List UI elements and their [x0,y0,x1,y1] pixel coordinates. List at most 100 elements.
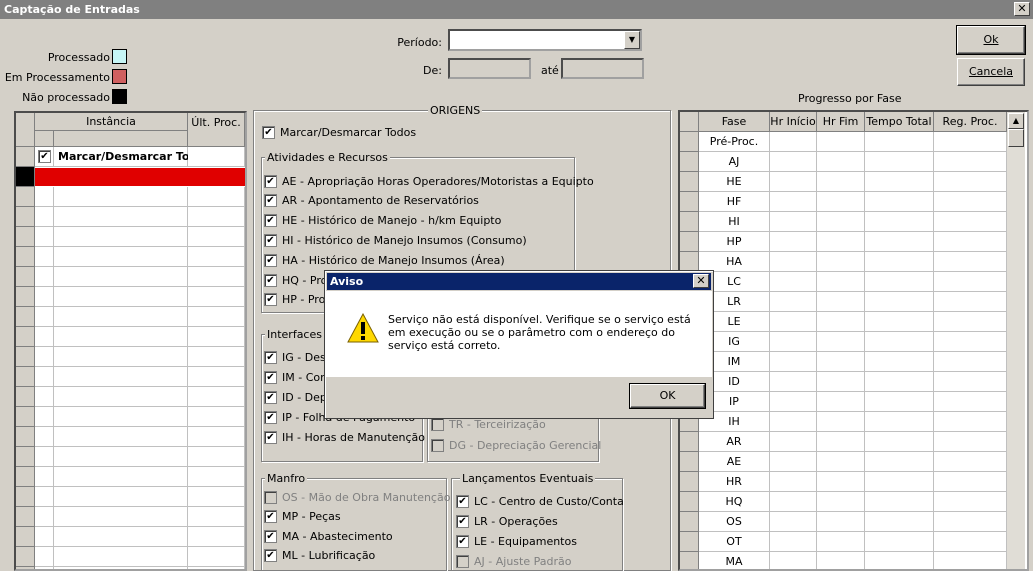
row-indicator[interactable] [680,172,699,192]
checkbox-icon[interactable]: ✔ [264,233,277,247]
checkbox-icon[interactable]: ✔ [264,194,277,208]
checkbox-icon[interactable]: ✔ [264,293,277,307]
origem-item[interactable]: ✔ LR - Operações [456,514,558,528]
fase-value-cell[interactable] [817,352,865,372]
row-indicator[interactable] [16,327,35,347]
scroll-thumb[interactable] [1008,129,1024,147]
fase-value-cell[interactable] [865,452,934,472]
row-ult-proc-cell[interactable] [188,407,245,427]
row-instancia-cell[interactable] [54,567,188,569]
row-instancia-cell[interactable] [54,547,188,567]
row-instancia-cell[interactable] [54,267,188,287]
fase-value-cell[interactable] [865,432,934,452]
fase-cell[interactable]: OS [699,512,770,532]
fase-value-cell[interactable] [865,212,934,232]
fase-value-cell[interactable] [934,412,1007,432]
fase-cell[interactable]: AR [699,432,770,452]
fase-cell[interactable]: AJ [699,152,770,172]
fase-cell[interactable]: HR [699,472,770,492]
fase-value-cell[interactable] [817,492,865,512]
row-indicator[interactable] [680,492,699,512]
row-indicator[interactable] [680,532,699,552]
fase-value-cell[interactable] [934,312,1007,332]
fase-value-cell[interactable] [865,292,934,312]
origem-item[interactable]: ✔ HE - Histórico de Manejo - h/km Equipto [264,214,501,228]
checkbox-icon[interactable]: ✔ [264,430,277,444]
row-instancia-cell[interactable] [54,467,188,487]
progresso-scrollbar[interactable]: ▲ [1007,112,1025,569]
fase-value-cell[interactable] [770,412,817,432]
fase-value-cell[interactable] [934,252,1007,272]
row-instancia-cell[interactable] [54,327,188,347]
fase-value-cell[interactable] [817,392,865,412]
origem-item[interactable]: ✔ AE - Apropriação Horas Operadores/Motor… [264,174,594,188]
row-check-cell[interactable] [35,427,54,447]
fase-value-cell[interactable] [865,512,934,532]
fase-value-cell[interactable] [934,392,1007,412]
row-indicator[interactable] [16,147,35,167]
row-check-cell[interactable] [35,387,54,407]
row-ult-proc-cell[interactable] [188,187,245,207]
fase-value-cell[interactable] [817,432,865,452]
row-ult-proc-cell[interactable] [188,447,245,467]
fase-value-cell[interactable] [817,512,865,532]
row-instancia-cell[interactable] [54,307,188,327]
fase-value-cell[interactable] [865,332,934,352]
origem-item[interactable]: ✔ ML - Lubrificação [264,549,375,563]
row-ult-proc-cell[interactable] [188,507,245,527]
checkbox-icon[interactable]: ✔ [264,214,277,228]
fase-value-cell[interactable] [934,452,1007,472]
row-indicator[interactable] [680,432,699,452]
row-indicator[interactable] [680,552,699,569]
fase-value-cell[interactable] [770,352,817,372]
checkbox-icon[interactable]: ✔ [264,253,277,267]
instancia-grid[interactable]: Instância Últ. Proc. ✔ Marcar/Desmarcar T… [14,111,247,571]
fase-value-cell[interactable] [770,212,817,232]
row-ult-proc-cell[interactable] [188,487,245,507]
fase-value-cell[interactable] [817,172,865,192]
checkbox-icon[interactable]: ✔ [264,273,277,287]
fase-cell[interactable]: HI [699,212,770,232]
col-3-header[interactable]: Tempo Total [865,112,934,132]
row-check-cell[interactable] [35,327,54,347]
origem-item[interactable]: ✔ LC - Centro de Custo/Conta [456,494,624,508]
row-check-cell[interactable] [35,207,54,227]
origem-item[interactable]: ✔ IM - Cor [264,370,325,384]
row-indicator[interactable] [680,132,699,152]
row-indicator[interactable] [680,512,699,532]
col-0-header[interactable]: Fase [699,112,770,132]
row-indicator[interactable] [680,452,699,472]
fase-value-cell[interactable] [817,452,865,472]
row-check-cell[interactable] [35,287,54,307]
fase-value-cell[interactable] [934,492,1007,512]
row-check-cell[interactable] [35,307,54,327]
row-indicator[interactable] [16,467,35,487]
row-indicator[interactable] [680,152,699,172]
row-check-cell[interactable] [35,367,54,387]
fase-value-cell[interactable] [770,192,817,212]
fase-value-cell[interactable] [817,152,865,172]
fase-value-cell[interactable] [817,132,865,152]
row-instancia-cell[interactable] [54,387,188,407]
row-indicator[interactable] [16,367,35,387]
row-check-cell[interactable] [35,547,54,567]
row-instancia-cell[interactable] [54,187,188,207]
checkbox-icon[interactable]: ✔ [456,494,469,508]
row-ult-proc-cell[interactable] [188,327,245,347]
row-ult-proc-cell[interactable] [188,207,245,227]
fase-cell[interactable]: AE [699,452,770,472]
fase-value-cell[interactable] [817,212,865,232]
fase-value-cell[interactable] [934,472,1007,492]
row-instancia-cell[interactable] [54,527,188,547]
row-indicator[interactable] [16,487,35,507]
origem-item[interactable]: ✔ IG - Des [264,350,326,364]
checkbox-icon[interactable]: ✔ [264,390,277,404]
checkbox-icon[interactable]: ✔ [264,350,277,364]
fase-value-cell[interactable] [865,252,934,272]
scroll-up-icon[interactable]: ▲ [1008,113,1024,129]
periodo-select[interactable]: ▼ [448,29,642,51]
fase-value-cell[interactable] [770,312,817,332]
fase-value-cell[interactable] [817,232,865,252]
row-ult-proc-cell[interactable] [188,547,245,567]
fase-value-cell[interactable] [934,292,1007,312]
